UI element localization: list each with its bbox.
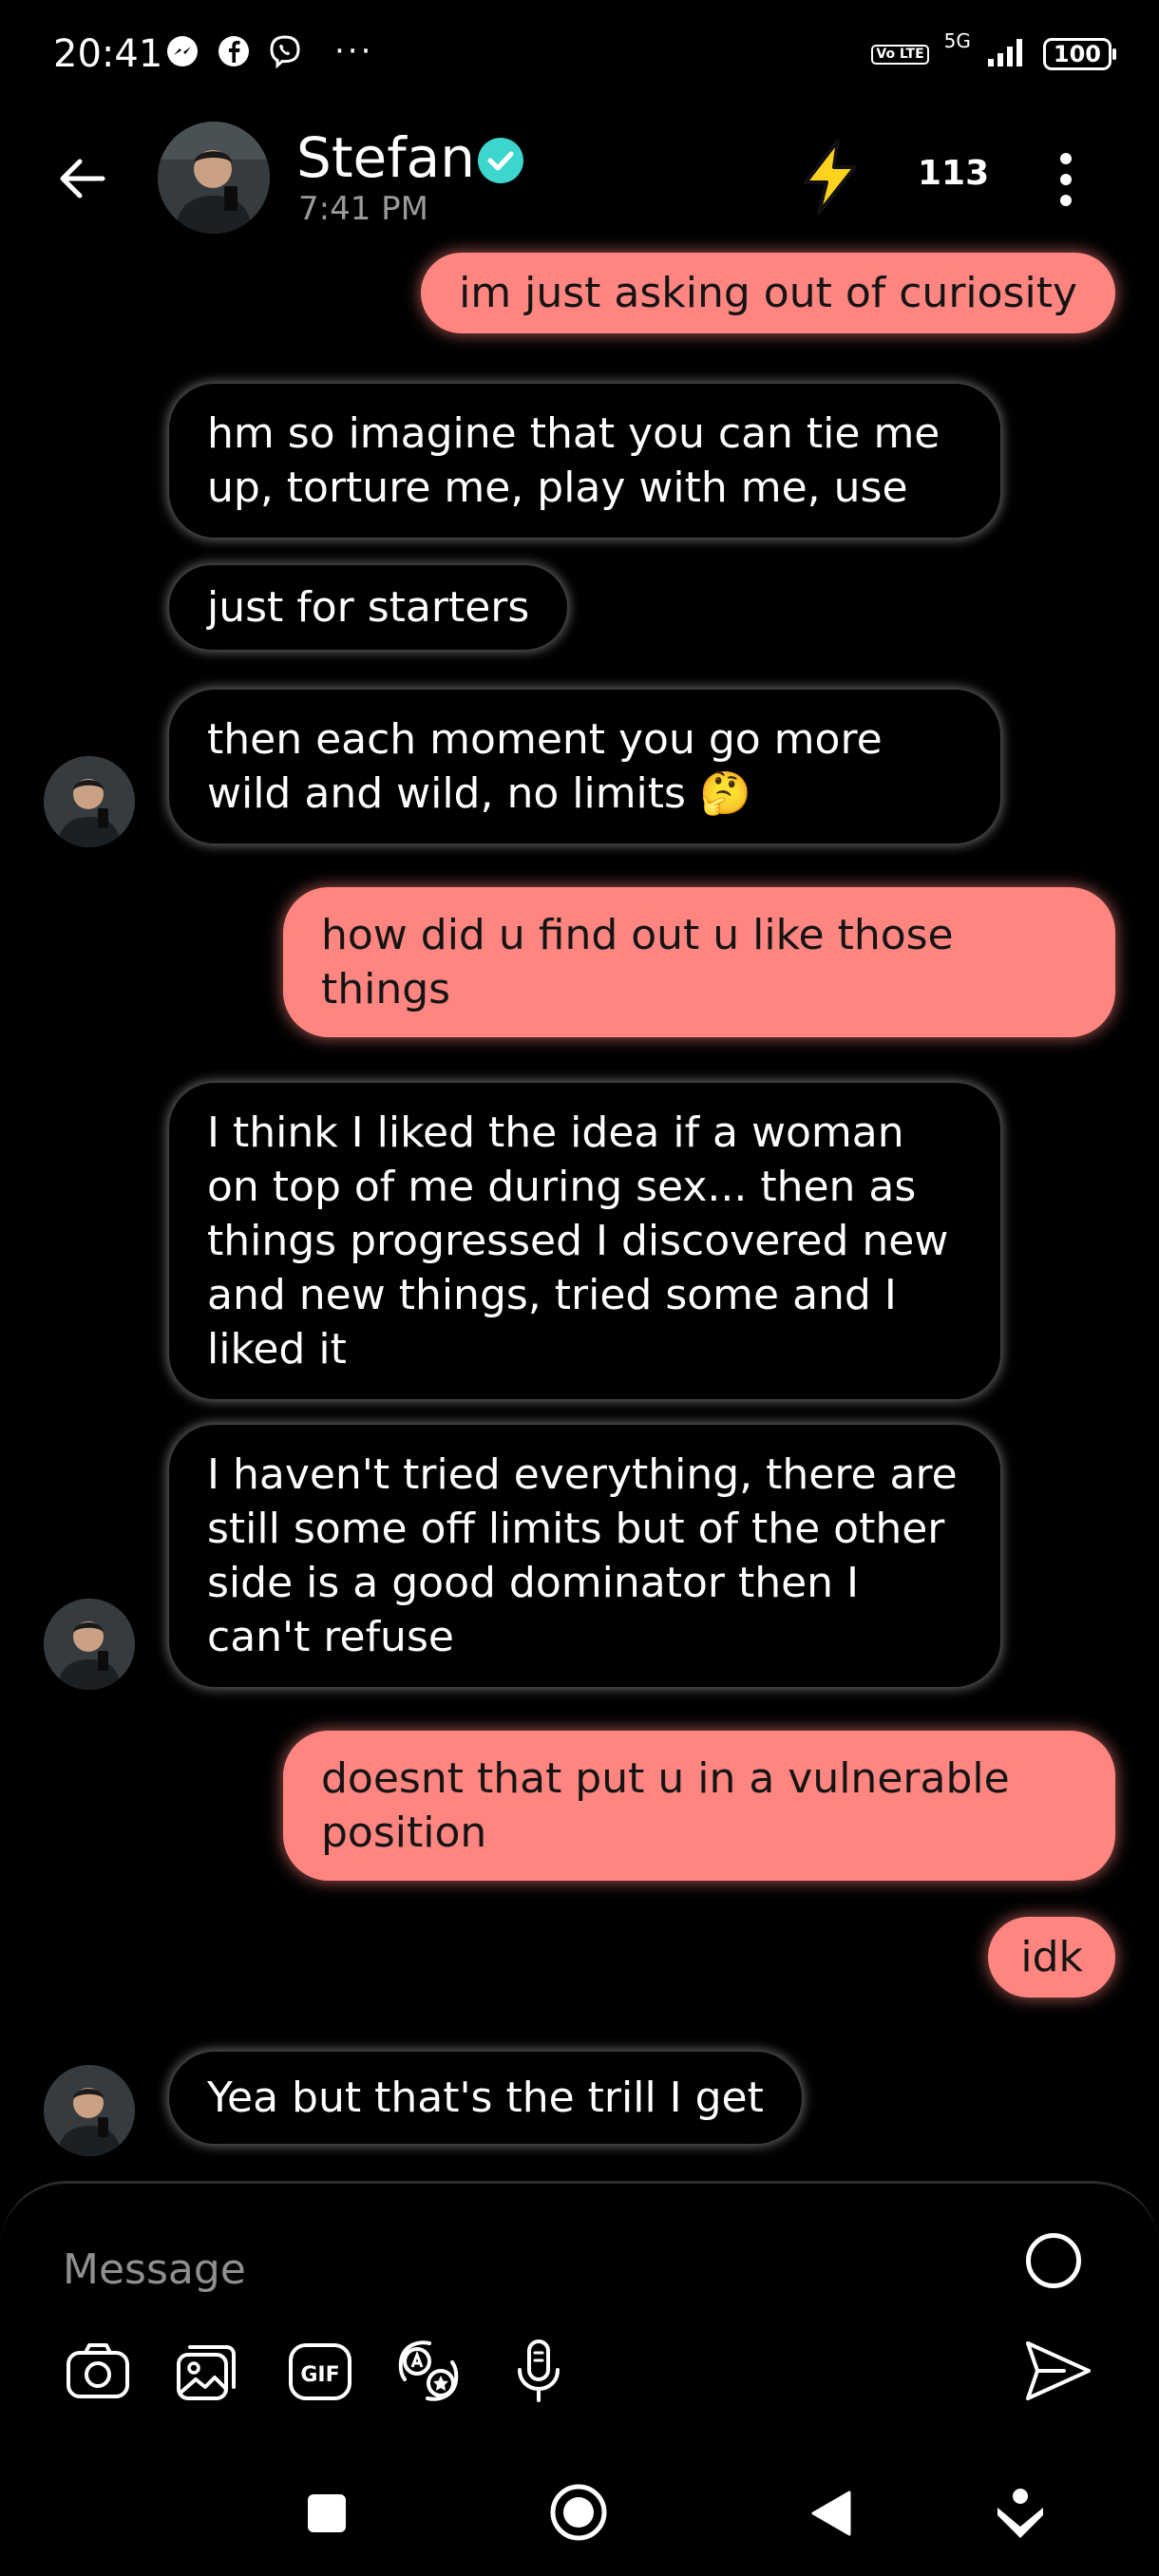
- send-icon[interactable]: [1022, 2338, 1094, 2404]
- circle-icon[interactable]: [1026, 2233, 1081, 2288]
- chat-header: Stefan 7:41 PM 113: [0, 114, 1159, 247]
- signal-icon: [986, 36, 1028, 72]
- status-bar: 20:41 ··· Vo LTE 5G 100: [0, 0, 1159, 114]
- back-arrow-icon[interactable]: [55, 152, 108, 205]
- facebook-icon: [215, 32, 253, 70]
- message-input[interactable]: [61, 2245, 920, 2295]
- gif-label: GIF: [300, 2363, 339, 2387]
- camera-icon[interactable]: [63, 2336, 133, 2406]
- message-bubble-received[interactable]: then each moment you go more wild and wi…: [169, 690, 1000, 843]
- notification-icons: ···: [163, 32, 373, 70]
- message-bubble-received[interactable]: I haven't tried everything, there are st…: [169, 1425, 1000, 1687]
- viber-icon: [266, 32, 304, 70]
- sticker-icon[interactable]: [393, 2336, 464, 2406]
- back-nav-icon[interactable]: [808, 2489, 853, 2542]
- messenger-icon: [163, 32, 201, 70]
- assistant-icon[interactable]: [994, 2487, 1047, 2544]
- volte-indicator: Vo LTE: [871, 44, 929, 65]
- message-bubble-sent[interactable]: doesnt that put u in a vulnerable positi…: [283, 1731, 1115, 1881]
- message-bubble-received[interactable]: Yea but that's the trill I get: [169, 2052, 802, 2144]
- message-bubble-sent[interactable]: idk: [988, 1917, 1115, 1998]
- contact-avatar-small[interactable]: [44, 756, 135, 847]
- message-bubble-received[interactable]: I think I liked the idea if a woman on t…: [169, 1083, 1000, 1399]
- message-bubble-sent[interactable]: im just asking out of curiosity: [421, 253, 1115, 333]
- battery-indicator: 100: [1042, 38, 1117, 70]
- last-active-time: 7:41 PM: [298, 190, 428, 228]
- streak-count: 113: [918, 154, 990, 193]
- contact-name[interactable]: Stefan: [296, 125, 475, 190]
- more-options-icon[interactable]: [1045, 150, 1087, 209]
- status-time: 20:41: [53, 32, 163, 76]
- contact-avatar-small[interactable]: [44, 1599, 135, 1690]
- recent-apps-icon[interactable]: [306, 2492, 348, 2538]
- more-notifications: ···: [334, 32, 374, 70]
- contact-avatar[interactable]: [158, 122, 270, 234]
- microphone-icon[interactable]: [504, 2336, 574, 2406]
- contact-avatar-small[interactable]: [44, 2065, 135, 2156]
- message-bubble-sent[interactable]: how did u find out u like those things: [283, 887, 1115, 1037]
- message-bubble-received[interactable]: hm so imagine that you can tie me up, to…: [169, 384, 1000, 538]
- lightning-bolt-icon[interactable]: [792, 137, 868, 217]
- system-navigation-bar: [0, 2466, 1159, 2576]
- network-type: 5G: [943, 29, 971, 52]
- home-icon[interactable]: [549, 2483, 608, 2546]
- system-indicators: Vo LTE 5G 100: [871, 29, 1117, 72]
- verified-badge-icon: [475, 135, 526, 186]
- gallery-icon[interactable]: [171, 2336, 241, 2406]
- gif-icon[interactable]: GIF: [285, 2336, 355, 2406]
- message-bubble-received[interactable]: just for starters: [169, 565, 568, 650]
- message-composer: GIF: [0, 2181, 1159, 2469]
